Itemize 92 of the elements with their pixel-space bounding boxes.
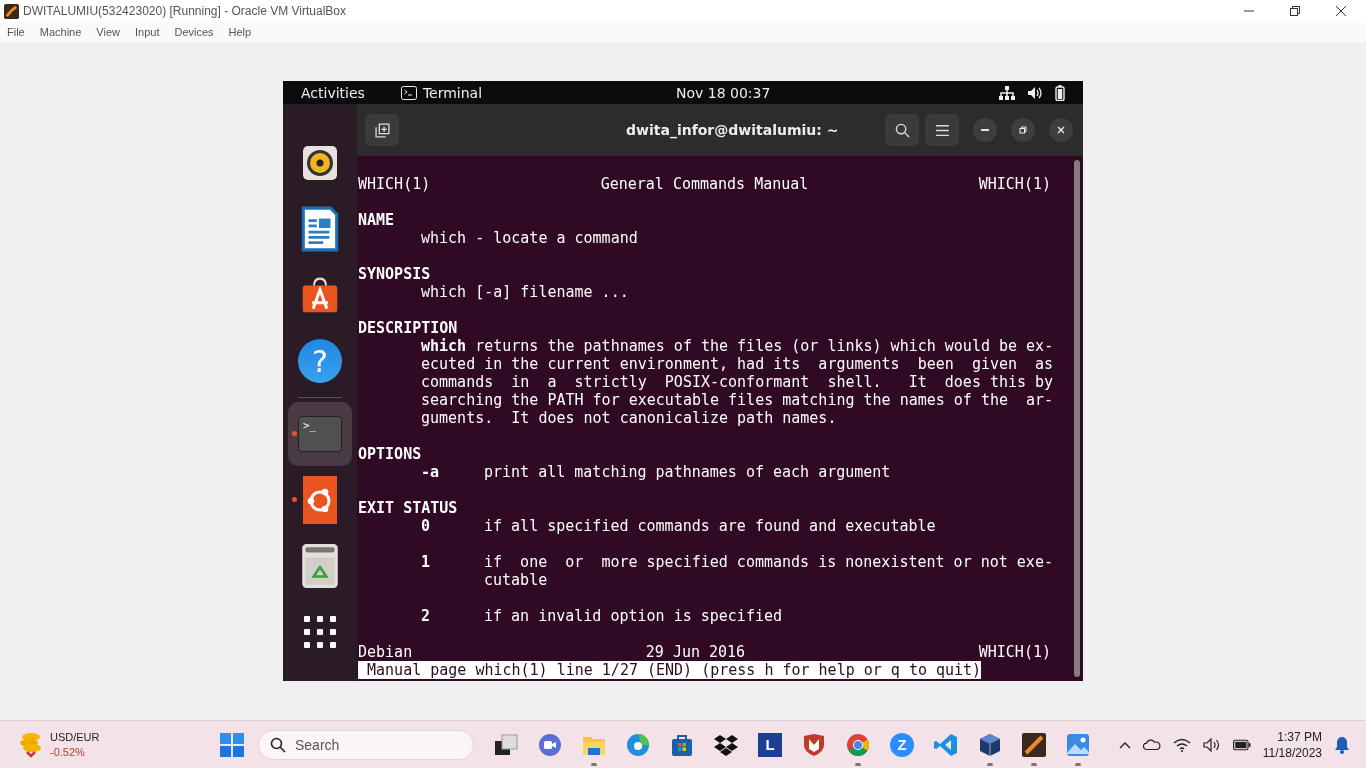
option-term: 2 [421,607,432,625]
man-text-line: which [-a] filename ... [420,283,630,301]
section-heading: EXIT STATUS [358,499,459,517]
dock-item[interactable]: >_ [288,402,352,466]
new-tab-button[interactable] [365,114,399,146]
battery-icon[interactable] [1055,84,1065,101]
windows-start-icon[interactable] [220,732,244,757]
menu-icon [934,122,950,138]
activities-button[interactable]: Activities [283,84,365,101]
coins-icon [19,731,43,758]
currency-change: -0.52% [50,744,86,760]
ubuntu-logo-icon [303,476,337,524]
virtualbox-app-icon [1022,732,1046,757]
search-field[interactable]: Search [258,729,474,760]
virtualbox-icon [4,3,19,19]
clock[interactable]: Nov 18 00:37 [676,84,771,101]
currency-pair: USD/EUR [50,729,100,745]
battery-icon[interactable] [1232,737,1251,752]
menu-item[interactable]: File [7,26,25,38]
chevron-up-icon[interactable] [1118,740,1131,749]
search-button[interactable] [885,114,919,146]
document-icon [301,206,339,252]
window-title: DWITALUMIU(532423020) [Running] - Oracle VM VirtualBox [23,4,346,18]
code-editor-icon [934,732,958,757]
menu-item[interactable]: Devices [174,26,214,38]
dropbox-icon [714,732,738,757]
section-heading: OPTIONS [358,445,423,463]
trash-icon [301,543,339,589]
menu-button[interactable] [925,114,959,146]
option-term: 1 [421,553,432,573]
network-icon[interactable] [999,85,1015,100]
close-icon [1056,125,1066,135]
terminal-icon: >_ [298,416,342,452]
man-header-title: General Commands Manual [600,175,809,193]
restore-icon[interactable] [1290,6,1300,16]
volume-icon[interactable] [1027,85,1043,100]
minimize-icon [981,129,989,131]
option-term: 0 [421,517,432,535]
menu-item[interactable]: View [96,26,120,38]
letter-app-icon: L [758,732,782,757]
search-icon [270,736,286,753]
wifi-icon[interactable] [1172,737,1191,752]
zoom-app-icon: Z [890,732,914,757]
task-view-icon [494,732,518,757]
photos-icon [1066,732,1090,757]
restore-icon [1018,125,1028,135]
store-bag-icon [670,732,694,757]
man-text-line: ecuted in the current environment, had its arguments been given as [420,355,1055,373]
taskbar-time[interactable]: 1:37 PM [1277,728,1322,745]
man-header-right: WHICH(1) [978,175,1051,193]
section-heading: DESCRIPTION [358,319,459,337]
man-text-line: print all matching pathnames of each argument [484,463,891,481]
man-text-line: if all specified commands are found and executable [484,517,936,535]
menu-item[interactable]: Help [228,26,252,38]
new-tab-icon [374,122,390,138]
man-text-line: commands in a strictly POSIX-conformant shell. It does this by [420,373,1055,391]
terminal-title: dwita_infor@dwitalumiu: ~ [626,122,839,138]
section-heading: SYNOPSIS [358,265,432,283]
terminal-icon [400,85,417,100]
search-icon [894,122,910,138]
man-footer-right: WHICH(1) [978,643,1051,661]
option-term: -a [421,463,441,481]
cloud-icon[interactable] [1142,737,1161,752]
taskbar-app[interactable]: L [748,722,792,767]
app-grid-icon [304,616,336,648]
section-heading: NAME [358,211,396,229]
man-text-line: which - locate a command [420,229,639,247]
close-button[interactable] [1049,118,1073,142]
volume-icon[interactable] [1202,737,1221,752]
taskbar-date[interactable]: 11/18/2023 [1262,744,1322,761]
chrome-browser-icon [846,732,870,757]
help-icon: ? [298,339,342,383]
menu-item[interactable]: Input [134,26,160,38]
app-menu[interactable]: Terminal [400,84,483,101]
man-text-line: searching the PATH for executable files matching the names of the ar- [420,391,1055,409]
restore-button[interactable] [1011,118,1035,142]
shield-icon [802,732,826,757]
menu-item[interactable]: Machine [39,26,82,38]
man-text-line: if one or more specified commands is nonexistent or not exe- [484,553,1053,571]
man-text-line: which returns the pathnames of the files (or links) which would be ex- [420,337,1055,355]
video-chat-icon [538,732,562,757]
man-footer-left: Debian [358,643,413,661]
man-text-line: cutable [484,571,549,589]
man-footer-date: 29 Jun 2016 [645,643,746,661]
notification-bell-icon[interactable] [1334,735,1350,754]
close-icon[interactable] [1336,6,1346,16]
man-header-left: WHICH(1) [358,175,431,193]
man-text-line: if an invalid option is specified [484,607,782,625]
cube-icon [978,732,1002,757]
minimize-button[interactable] [973,118,997,142]
speaker-icon [302,145,338,181]
man-text-line: guments. It does not canonicalize path names. [420,409,838,427]
